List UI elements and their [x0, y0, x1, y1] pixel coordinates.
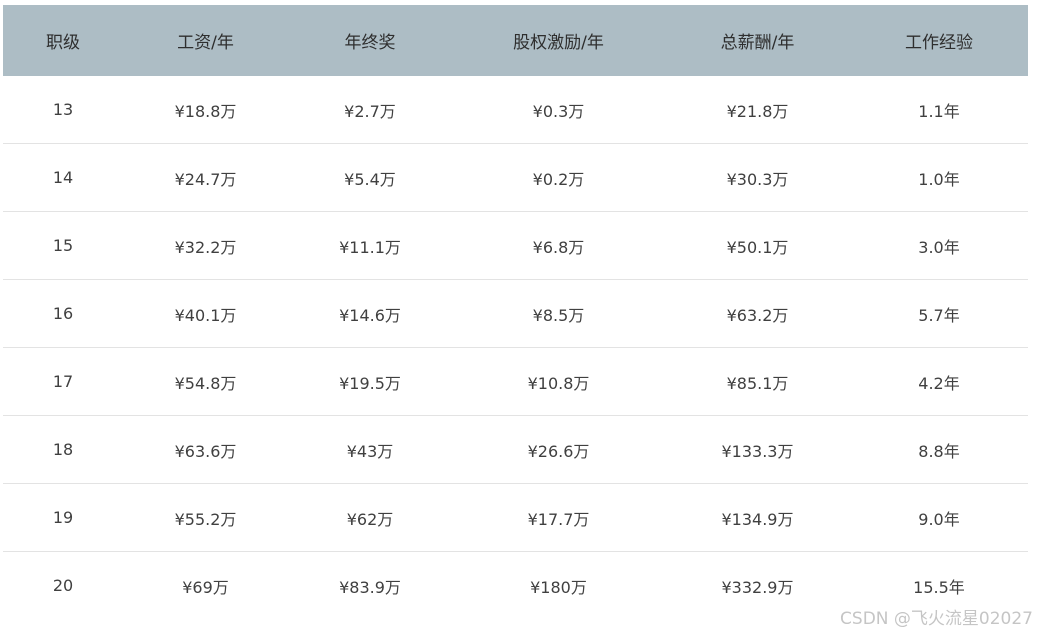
cell-salary: ¥18.8万	[174, 101, 237, 121]
cell-experience: 8.8年	[918, 441, 960, 461]
cell-salary: ¥54.8万	[174, 373, 237, 393]
cell-total: ¥85.1万	[726, 373, 789, 393]
cell-experience: 5.7年	[918, 305, 960, 325]
header-cell-level: 职级	[46, 33, 80, 53]
cell-bonus: ¥83.9万	[339, 577, 401, 597]
cell-bonus: ¥5.4万	[344, 169, 396, 189]
cell-experience: 3.0年	[918, 237, 960, 257]
table-row: 18 ¥63.6万 ¥43万 ¥26.6万 ¥133.3万 8.8年	[3, 416, 1028, 484]
cell-equity: ¥10.8万	[527, 373, 590, 393]
cell-experience: 1.0年	[918, 169, 960, 189]
cell-salary: ¥40.1万	[174, 305, 237, 325]
cell-level: 14	[52, 168, 74, 187]
header-cell-bonus: 年终奖	[344, 33, 396, 53]
cell-bonus: ¥43万	[346, 441, 394, 461]
table-row: 13 ¥18.8万 ¥2.7万 ¥0.3万 ¥21.8万 1.1年	[3, 76, 1028, 144]
cell-total: ¥133.3万	[721, 441, 794, 461]
cell-experience: 9.0年	[918, 509, 960, 529]
cell-bonus: ¥11.1万	[339, 237, 401, 257]
header-cell-total: 总薪酬/年	[720, 33, 795, 53]
cell-level: 13	[52, 100, 74, 119]
cell-equity: ¥26.6万	[527, 441, 590, 461]
cell-total: ¥134.9万	[721, 509, 794, 529]
watermark: CSDN @飞火流星02027	[840, 609, 1033, 629]
cell-total: ¥332.9万	[721, 577, 794, 597]
cell-bonus: ¥19.5万	[339, 373, 401, 393]
cell-level: 19	[52, 508, 74, 527]
cell-equity: ¥17.7万	[527, 509, 590, 529]
table-row: 15 ¥32.2万 ¥11.1万 ¥6.8万 ¥50.1万 3.0年	[3, 212, 1028, 280]
table-row: 16 ¥40.1万 ¥14.6万 ¥8.5万 ¥63.2万 5.7年	[3, 280, 1028, 348]
cell-experience: 4.2年	[918, 373, 960, 393]
cell-level: 15	[52, 236, 74, 255]
cell-salary: ¥24.7万	[174, 169, 237, 189]
cell-equity: ¥0.2万	[532, 169, 585, 189]
cell-level: 20	[52, 576, 74, 595]
cell-equity: ¥0.3万	[532, 101, 585, 121]
cell-salary: ¥55.2万	[174, 509, 237, 529]
cell-total: ¥30.3万	[726, 169, 789, 189]
cell-equity: ¥6.8万	[532, 237, 585, 257]
header-cell-experience: 工作经验	[905, 33, 973, 53]
cell-equity: ¥8.5万	[532, 305, 585, 325]
cell-bonus: ¥2.7万	[344, 101, 396, 121]
header-cell-equity: 股权激励/年	[513, 33, 604, 53]
cell-salary: ¥63.6万	[174, 441, 237, 461]
salary-table: 职级 工资/年 年终奖 股权激励/年 总薪酬/年 工作经验 13 ¥18.8万 …	[3, 5, 1028, 619]
cell-total: ¥21.8万	[726, 101, 789, 121]
table-row: 17 ¥54.8万 ¥19.5万 ¥10.8万 ¥85.1万 4.2年	[3, 348, 1028, 416]
cell-total: ¥50.1万	[726, 237, 789, 257]
cell-level: 17	[52, 372, 74, 391]
cell-level: 16	[52, 304, 74, 323]
cell-total: ¥63.2万	[726, 305, 789, 325]
cell-equity: ¥180万	[530, 577, 587, 597]
cell-bonus: ¥62万	[346, 509, 394, 529]
table-row: 14 ¥24.7万 ¥5.4万 ¥0.2万 ¥30.3万 1.0年	[3, 144, 1028, 212]
cell-salary: ¥69万	[182, 577, 229, 597]
table-row: 19 ¥55.2万 ¥62万 ¥17.7万 ¥134.9万 9.0年	[3, 484, 1028, 552]
table-header-row: 职级 工资/年 年终奖 股权激励/年 总薪酬/年 工作经验	[3, 5, 1028, 76]
header-cell-salary: 工资/年	[177, 33, 234, 53]
cell-salary: ¥32.2万	[174, 237, 237, 257]
cell-level: 18	[52, 440, 74, 459]
cell-experience: 1.1年	[918, 101, 960, 121]
cell-bonus: ¥14.6万	[339, 305, 401, 325]
